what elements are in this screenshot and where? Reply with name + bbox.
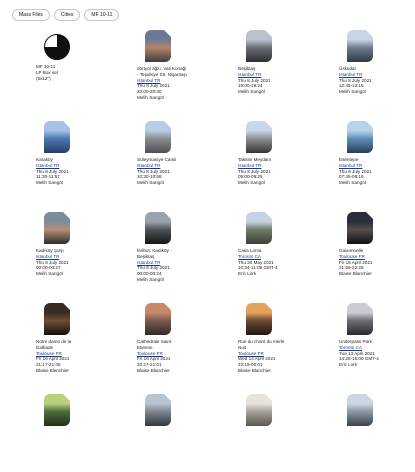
card-author: Eric Lork: [238, 271, 257, 277]
card-author: Blaise Blanchier: [238, 367, 271, 373]
release-card[interactable]: Cathédrale Saint Etienne Toulouse FR Fri 16…: [137, 303, 238, 381]
filter-tabs: Mass Files Cities MF 10-11: [12, 9, 120, 21]
release-card[interactable]: MF 10-11 LP Box set (5x12"): [36, 30, 137, 108]
release-card[interactable]: Notre dame de la Dalbade Toulouse FR Fri 16…: [36, 303, 137, 381]
card-title-line: (5x12"): [36, 75, 51, 81]
card-meta: Süleymaniye Camii Istanbul TR Thu 8 July 2…: [137, 157, 238, 186]
release-card[interactable]: Beşiktaş Istanbul TR Thu 8 July 2021 19:00-…: [238, 30, 339, 108]
card-author: Melih Sarıgöl: [137, 276, 164, 282]
card-meta: MF 10-11 LP Box set (5x12"): [36, 64, 137, 81]
card-author: Melih Sarıgöl: [137, 94, 164, 100]
photo-thumbnail[interactable]: [246, 212, 272, 244]
card-meta: Taksim Meydanı Istanbul TR Thu 8 July 2021…: [238, 157, 339, 186]
release-card[interactable]: Esentepe Istanbul TR Thu 8 July 2021 07:45-…: [339, 121, 415, 199]
release-card[interactable]: [238, 394, 339, 472]
photo-thumbnail[interactable]: [44, 212, 70, 244]
card-author: Melih Sarıgöl: [36, 180, 63, 186]
photo-thumbnail[interactable]: [145, 121, 171, 153]
release-card[interactable]: dörtyol ağzı, Vali Konağı - Teşvikiye Str…: [137, 30, 238, 108]
card-meta: Karaköy Istanbul TR Thu 8 July 2021 11:30-1…: [36, 157, 137, 186]
release-card[interactable]: Kadıköy çarşı Istanbul TR Thu 8 July 2021 0…: [36, 212, 137, 290]
card-meta: dörtyol ağzı, Vali Konağı - Teşvikiye Str…: [137, 66, 238, 101]
release-card[interactable]: [137, 394, 238, 472]
card-author: Melih Sarıgöl: [339, 180, 366, 186]
card-author: Blaise Blanchier: [36, 367, 69, 373]
photo-thumbnail[interactable]: [145, 30, 171, 62]
card-author: Melih Sarıgöl: [238, 89, 265, 95]
card-author: Eric Lork: [339, 362, 358, 368]
photo-thumbnail[interactable]: [145, 212, 171, 244]
photo-thumbnail[interactable]: [347, 394, 373, 426]
card-meta: Cathédrale Saint Etienne Toulouse FR Fri 16…: [137, 339, 238, 374]
photo-thumbnail[interactable]: [347, 303, 373, 335]
release-card[interactable]: Casa Loma Toronto CA Thu 20 May 2021 10:34-…: [238, 212, 339, 290]
tab-cities[interactable]: Cities: [53, 9, 81, 21]
card-author: Melih Sarıgöl: [339, 89, 366, 95]
photo-thumbnail[interactable]: [44, 121, 70, 153]
card-meta: Üsküdar Istanbul TR Thu 8 July 2021 12:45-1…: [339, 66, 415, 95]
card-meta: Esentepe Istanbul TR Thu 8 July 2021 07:45-…: [339, 157, 415, 186]
release-card[interactable]: Üsküdar Istanbul TR Thu 8 July 2021 12:45-1…: [339, 30, 415, 108]
card-author: Blaise Blanchier: [137, 367, 170, 373]
tab-mf-10-11[interactable]: MF 10-11: [84, 9, 120, 21]
release-card[interactable]: feribot, Kadıköy - Beşiktaş Istanbul TR Thu…: [137, 212, 238, 290]
tab-mass-files[interactable]: Mass Files: [12, 9, 50, 21]
release-card[interactable]: Rue du chant du merle Nuit Toulouse FR Wed …: [238, 303, 339, 381]
photo-thumbnail[interactable]: [246, 394, 272, 426]
release-card[interactable]: [339, 394, 415, 472]
release-card[interactable]: Süleymaniye Camii Istanbul TR Thu 8 July 2…: [137, 121, 238, 199]
card-meta: Casa Loma Toronto CA Thu 20 May 2021 10:34-…: [238, 248, 339, 277]
photo-thumbnail[interactable]: [246, 303, 272, 335]
release-card[interactable]: Gaixonnelle Toulouse FR Fri 16 April 2021 2…: [339, 212, 415, 290]
vinyl-pie-icon: [44, 34, 70, 60]
release-card[interactable]: Underpass Park Toronto CA Tue 13 April 202…: [339, 303, 415, 381]
card-meta: Notre dame de la Dalbade Toulouse FR Fri 16…: [36, 339, 137, 374]
card-meta: Underpass Park Toronto CA Tue 13 April 202…: [339, 339, 415, 368]
photo-thumbnail[interactable]: [347, 30, 373, 62]
photo-thumbnail[interactable]: [347, 212, 373, 244]
card-meta: Kadıköy çarşı Istanbul TR Thu 8 July 2021 0…: [36, 248, 137, 277]
photo-thumbnail[interactable]: [246, 30, 272, 62]
release-card[interactable]: Taksim Meydanı Istanbul TR Thu 8 July 2021…: [238, 121, 339, 199]
release-card[interactable]: Karaköy Istanbul TR Thu 8 July 2021 11:30-1…: [36, 121, 137, 199]
photo-thumbnail[interactable]: [145, 394, 171, 426]
card-author: Melih Sarıgöl: [238, 180, 265, 186]
release-card[interactable]: [36, 394, 137, 472]
photo-thumbnail[interactable]: [44, 303, 70, 335]
card-meta: Rue du chant du merle Nuit Toulouse FR Wed …: [238, 339, 339, 374]
card-meta: Gaixonnelle Toulouse FR Fri 16 April 2021 2…: [339, 248, 415, 277]
photo-thumbnail[interactable]: [145, 303, 171, 335]
card-author: Melih Sarıgöl: [137, 180, 164, 186]
card-author: Blaise Blanchier: [339, 271, 372, 277]
photo-thumbnail[interactable]: [347, 121, 373, 153]
card-meta: feribot, Kadıköy - Beşiktaş Istanbul TR Thu…: [137, 248, 238, 283]
photo-thumbnail[interactable]: [246, 121, 272, 153]
card-author: Melih Sarıgöl: [36, 271, 63, 277]
release-grid: MF 10-11 LP Box set (5x12") dörtyol ağzı, V…: [0, 30, 415, 472]
photo-thumbnail[interactable]: [44, 394, 70, 426]
card-meta: Beşiktaş Istanbul TR Thu 8 July 2021 19:00-…: [238, 66, 339, 95]
